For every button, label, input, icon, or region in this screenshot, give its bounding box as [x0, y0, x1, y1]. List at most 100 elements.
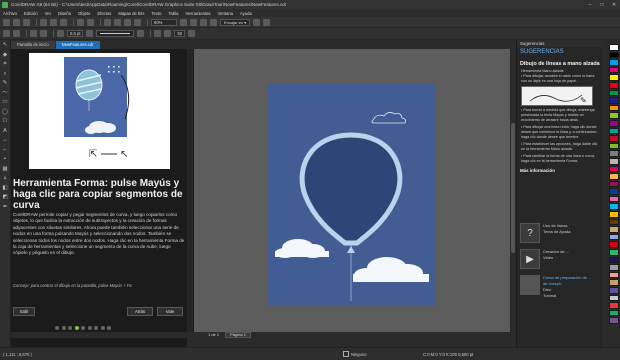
color-swatch[interactable]	[608, 317, 619, 324]
more-info-item-help[interactable]: ? Uso de líneas Tema de Ayuda	[520, 223, 600, 244]
snap-to-dropdown[interactable]: Encajar en ▾	[220, 18, 251, 26]
search-content-icon[interactable]	[104, 18, 111, 26]
color-swatch[interactable]	[608, 74, 619, 81]
eyedropper-tool-icon[interactable]: ⍋	[2, 175, 9, 182]
color-swatch[interactable]	[608, 287, 619, 294]
freehand-smoothing-icon[interactable]	[164, 30, 172, 37]
show-rulers-icon[interactable]	[190, 18, 197, 26]
menu-herramientas[interactable]: Herramientas	[185, 11, 210, 16]
cut-icon[interactable]	[40, 18, 47, 26]
tour-dot[interactable]	[81, 326, 85, 330]
color-swatch[interactable]	[608, 195, 619, 203]
color-swatch[interactable]	[608, 203, 619, 211]
open-icon[interactable]	[13, 18, 20, 26]
color-swatch[interactable]	[608, 218, 619, 226]
parallel-dimension-icon[interactable]: ↔	[2, 137, 9, 144]
export-icon[interactable]	[124, 18, 131, 26]
show-guidelines-icon[interactable]	[210, 18, 217, 26]
color-swatch[interactable]	[608, 256, 619, 264]
vertical-ruler[interactable]	[187, 49, 194, 332]
color-swatch[interactable]	[608, 112, 619, 119]
menu-efectos[interactable]: Efectos	[97, 11, 111, 16]
object-position-icon[interactable]	[3, 30, 10, 37]
save-icon[interactable]	[23, 18, 30, 26]
horizontal-scrollbar[interactable]	[11, 332, 516, 338]
polygon-tool-icon[interactable]: ⬠	[2, 118, 9, 125]
menu-archivo[interactable]: Archivo	[3, 11, 17, 16]
transparency-tool-icon[interactable]: ▦	[2, 166, 9, 173]
mirror-vertical-icon[interactable]	[40, 30, 47, 37]
end-arrowhead-icon[interactable]	[137, 30, 145, 37]
ellipse-tool-icon[interactable]: ◯	[2, 109, 9, 116]
pick-tool-icon[interactable]: ↖	[2, 42, 9, 49]
tour-dot[interactable]	[55, 326, 59, 330]
connector-tool-icon[interactable]: ⌐	[2, 147, 9, 154]
show-grid-icon[interactable]	[200, 18, 207, 26]
color-swatch[interactable]	[608, 81, 619, 89]
interactive-fill-icon[interactable]: ◧	[2, 185, 9, 192]
text-tool-icon[interactable]: A	[2, 128, 9, 135]
exit-button[interactable]: Salir	[13, 307, 35, 316]
next-button[interactable]: Vale	[157, 307, 183, 316]
shape-tool-icon[interactable]: ◆	[2, 52, 9, 59]
page-tab[interactable]: Página 1	[225, 331, 251, 338]
quick-customize-icon[interactable]	[188, 30, 196, 37]
color-swatch[interactable]	[608, 135, 619, 142]
color-swatch[interactable]	[608, 165, 619, 173]
cloud-bottom-right[interactable]	[353, 257, 429, 282]
cloud-top-right[interactable]	[371, 112, 406, 124]
color-swatch[interactable]	[608, 104, 619, 112]
color-swatch[interactable]	[608, 264, 619, 271]
maximize-button[interactable]: □	[596, 0, 608, 9]
smoothing-field[interactable]: 50	[174, 30, 186, 37]
color-swatch[interactable]	[608, 157, 619, 165]
color-swatch[interactable]	[608, 233, 619, 241]
color-swatch[interactable]	[608, 188, 619, 195]
tour-dot[interactable]	[100, 326, 105, 330]
color-swatch[interactable]	[608, 66, 619, 74]
full-screen-icon[interactable]	[180, 18, 187, 26]
menu-ver[interactable]: Ver	[45, 11, 51, 16]
tour-dot-active[interactable]	[74, 326, 79, 330]
rectangle-tool-icon[interactable]: ▭	[2, 99, 9, 106]
scroll-thumb[interactable]	[511, 123, 515, 253]
publish-pdf-icon[interactable]	[134, 18, 141, 26]
color-swatch[interactable]	[608, 241, 619, 249]
color-swatch[interactable]	[608, 279, 619, 286]
menu-ventana[interactable]: Ventana	[218, 11, 233, 16]
cloud-left[interactable]	[275, 239, 329, 258]
copy-icon[interactable]	[50, 18, 57, 26]
more-info-item-tutorial[interactable]: Curso de preparación de ... de Joseph Di…	[520, 275, 600, 303]
color-swatch[interactable]	[608, 150, 619, 157]
undo-icon[interactable]	[77, 18, 84, 26]
drawing-page[interactable]	[267, 83, 436, 305]
application-launcher-icon[interactable]	[263, 18, 271, 26]
color-swatch[interactable]	[608, 142, 619, 150]
crop-tool-icon[interactable]: ⌗	[2, 61, 9, 68]
menu-diseno[interactable]: Diseño	[58, 11, 71, 16]
object-size-icon[interactable]	[13, 30, 20, 37]
start-arrowhead-icon[interactable]	[86, 30, 94, 37]
color-swatch[interactable]	[608, 302, 619, 309]
close-curve-icon[interactable]	[154, 30, 162, 37]
menu-tabla[interactable]: Tabla	[168, 11, 178, 16]
color-swatch[interactable]	[608, 97, 619, 104]
import-icon[interactable]	[114, 18, 121, 26]
back-button[interactable]: Atrás	[127, 307, 153, 316]
tour-dot[interactable]	[61, 326, 66, 330]
color-swatch[interactable]	[608, 211, 619, 218]
color-swatch[interactable]	[608, 89, 619, 97]
color-swatch[interactable]	[608, 180, 619, 188]
color-swatch[interactable]	[608, 294, 619, 302]
color-swatch[interactable]	[608, 226, 619, 233]
tour-dot[interactable]	[94, 326, 98, 330]
menu-objeto[interactable]: Objeto	[78, 11, 90, 16]
freehand-tool-icon[interactable]: ✎	[2, 80, 9, 87]
close-button[interactable]: ✕	[608, 0, 620, 9]
menu-texto[interactable]: Texto	[151, 11, 161, 16]
more-info-title[interactable]: Curso de preparación de ... de Joseph	[543, 275, 597, 287]
smart-fill-icon[interactable]: ◩	[2, 194, 9, 201]
color-swatch[interactable]	[608, 51, 619, 59]
tab-newfeatures[interactable]: NewFeatures.cdr	[55, 41, 100, 49]
wrap-text-icon[interactable]	[57, 30, 64, 37]
